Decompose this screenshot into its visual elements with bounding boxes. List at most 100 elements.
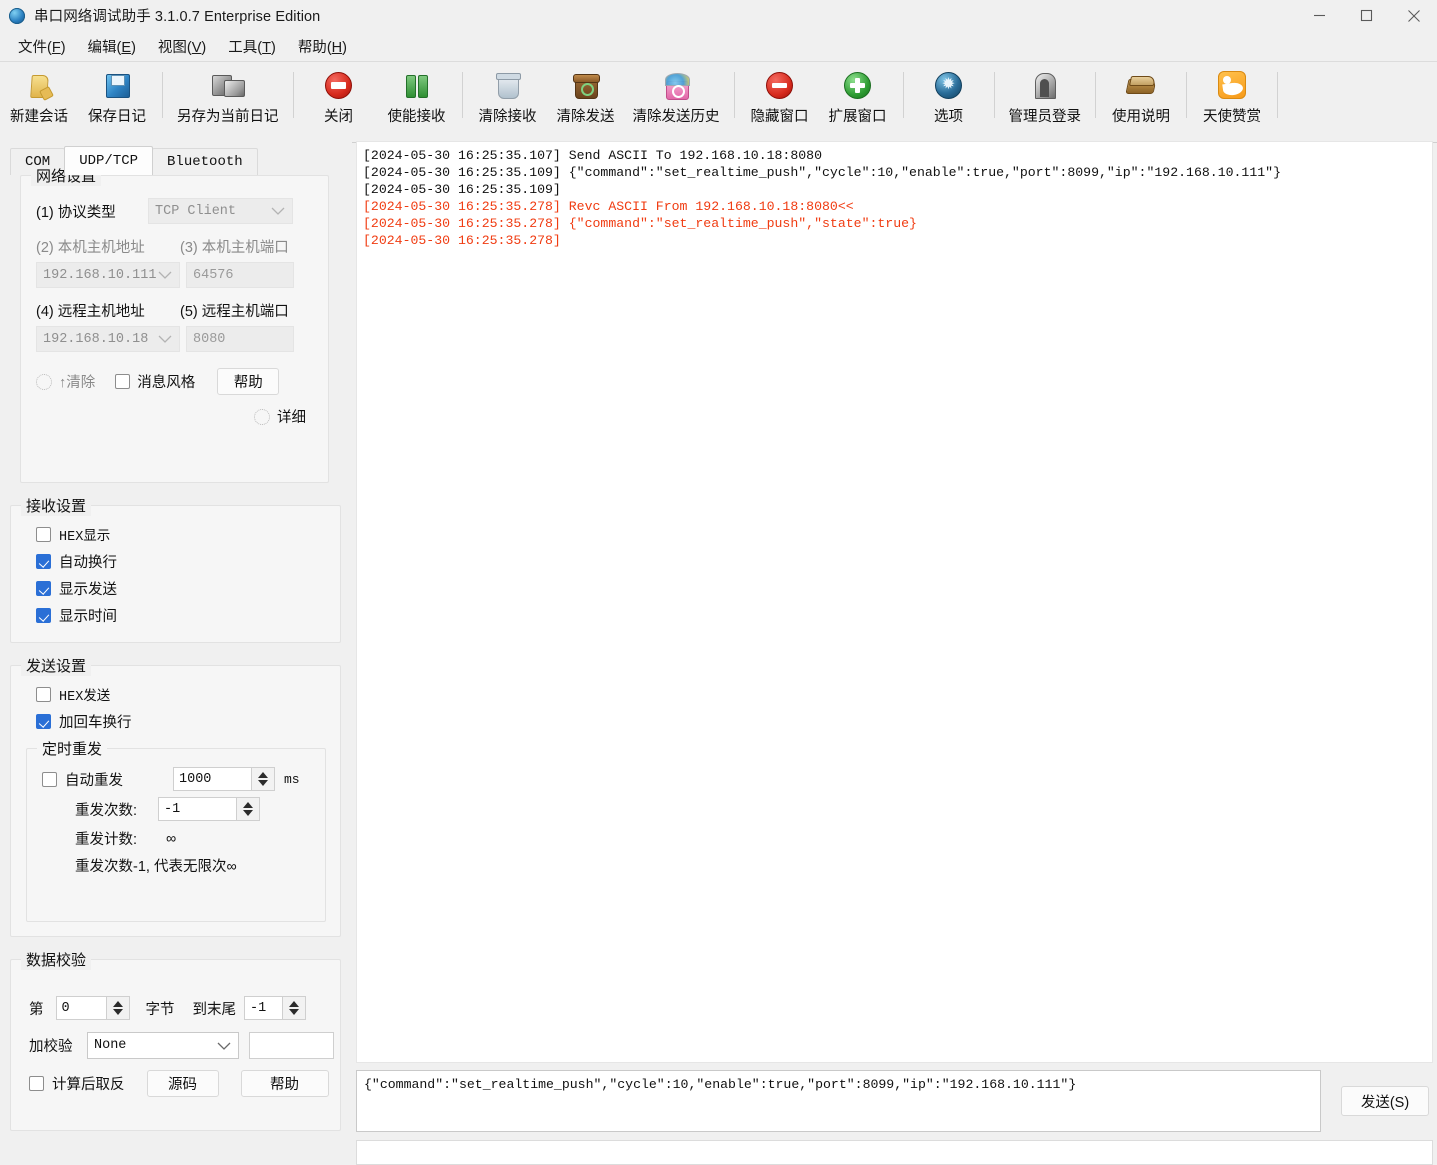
network-settings-group: 网络设置 (1) 协议类型 TCP Client (2) 本机主机地址 (3) … (20, 165, 329, 483)
toolbar-label-hide-window: 隐藏窗口 (750, 109, 809, 125)
menu-item-edit[interactable]: 编辑(E) (77, 34, 147, 59)
clear-radio[interactable] (36, 373, 52, 390)
menu-item-view[interactable]: 视图(V) (147, 34, 217, 59)
hex-display-label: HEX显示 (59, 530, 111, 545)
close-stop-icon (325, 68, 352, 102)
toolbar-button-manual[interactable]: 使用说明 (1102, 68, 1180, 132)
toolbar-separator (162, 72, 163, 118)
toolbar-button-expand-window[interactable]: 扩展窗口 (819, 68, 897, 132)
resend-interval-value: 1000 (173, 767, 251, 791)
toolbar-button-clear-send-history[interactable]: 清除发送历史 (625, 68, 728, 132)
toolbar-separator (1277, 72, 1278, 118)
hide-window-minus-icon (766, 68, 793, 102)
toolbar-separator (292, 72, 294, 118)
spinner-arrows-icon[interactable] (236, 797, 260, 821)
remote-port-input[interactable]: 8080 (186, 326, 294, 352)
title-bar: 串口网络调试助手 3.1.0.7 Enterprise Edition (0, 0, 1437, 31)
toolbar-separator (902, 72, 904, 118)
show-send-checkbox[interactable] (36, 581, 51, 596)
remote-address-value: 192.168.10.18 (43, 331, 149, 347)
toolbar-button-admin-login[interactable]: 管理员登录 (1001, 68, 1090, 132)
receive-settings-legend: 接收设置 (21, 495, 92, 516)
menu-label-tools: 工具 (228, 39, 258, 56)
toolbar-button-new-session[interactable]: 新建会话 (0, 68, 78, 132)
minimize-button[interactable] (1296, 0, 1343, 31)
toolbar-label-options: 选项 (934, 109, 963, 125)
toolbar-button-save-as-current-log[interactable]: 另存为当前日记 (169, 68, 287, 132)
hex-display-checkbox[interactable] (36, 527, 51, 542)
remote-port-label: (5) 远程主机端口 (180, 304, 289, 320)
resend-counter-label: 重发计数: (75, 832, 138, 848)
menu-item-help[interactable]: 帮助(H) (287, 34, 358, 59)
checksum-result-input[interactable] (249, 1032, 334, 1059)
toolbar-button-clear-send[interactable]: 清除发送 (547, 68, 625, 132)
clear-send-history-bin-icon (663, 68, 690, 102)
menu-item-file[interactable]: 文件(F) (7, 34, 77, 59)
resend-interval-spinner[interactable]: 1000 (173, 767, 275, 791)
data-check-help-label: 帮助 (270, 1077, 299, 1093)
resend-count-label: 重发次数: (75, 802, 138, 819)
expand-window-plus-icon (844, 68, 871, 102)
toolbar-label-manual: 使用说明 (1112, 109, 1170, 125)
toolbar-separator (1186, 72, 1187, 118)
send-input[interactable]: {"command":"set_realtime_push","cycle":1… (356, 1070, 1321, 1132)
checksum-combo[interactable]: None (87, 1032, 239, 1059)
menu-item-tools[interactable]: 工具(T) (217, 34, 287, 59)
local-address-combo[interactable]: 192.168.10.111 (36, 262, 180, 288)
save-as-floppy-icon (211, 68, 245, 102)
toolbar-button-clear-receive[interactable]: 清除接收 (469, 68, 547, 132)
spinner-arrows-icon[interactable] (105, 996, 130, 1020)
chevron-down-icon (158, 334, 172, 349)
source-code-label: 源码 (168, 1077, 197, 1093)
toolbar-button-hide-window[interactable]: 隐藏窗口 (741, 68, 819, 132)
byte-from-spinner[interactable]: 0 (55, 996, 130, 1020)
toolbar: 新建会话 保存日记 另存为当前日记 关闭 使能接收 清除接收 清除发送 清除发送… (0, 61, 1437, 143)
tab-bluetooth[interactable]: Bluetooth (152, 148, 258, 175)
send-settings-group: 发送设置 HEX发送 加回车换行 定时重发 自动重发 1000 ms 重发次数:… (10, 655, 341, 937)
send-button[interactable]: 发送(S) (1341, 1086, 1429, 1116)
protocol-type-combo[interactable]: TCP Client (148, 198, 293, 224)
toolbar-button-enable-receive[interactable]: 使能接收 (378, 68, 456, 132)
resend-note: 重发次数-1, 代表无限次∞ (75, 859, 237, 875)
timer-resend-legend: 定时重发 (37, 738, 108, 759)
maximize-button[interactable] (1343, 0, 1390, 31)
log-line: [2024-05-30 16:25:35.278] {"command":"se… (363, 216, 917, 231)
byte-from-label: 第 (29, 1001, 44, 1018)
local-port-input[interactable]: 64576 (186, 262, 294, 288)
receive-log-pane[interactable]: [2024-05-30 16:25:35.107] Send ASCII To … (356, 141, 1433, 1063)
spinner-arrows-icon[interactable] (251, 767, 275, 791)
toolbar-separator (461, 72, 463, 118)
network-help-button[interactable]: 帮助 (217, 368, 280, 395)
toolbar-label-save-log: 保存日记 (88, 109, 146, 125)
toolbar-button-options[interactable]: 选项 (910, 68, 988, 132)
toolbar-button-donate[interactable]: 天使赞赏 (1193, 68, 1271, 132)
menu-accel-view: V (191, 39, 202, 56)
resend-count-spinner[interactable]: -1 (158, 797, 260, 821)
show-time-checkbox[interactable] (36, 608, 51, 623)
toolbar-label-donate: 天使赞赏 (1203, 109, 1261, 125)
toolbar-button-save-log[interactable]: 保存日记 (78, 68, 156, 132)
tab-udp-tcp[interactable]: UDP/TCP (64, 146, 154, 175)
log-line: [2024-05-30 16:25:35.278] (363, 233, 561, 248)
send-history-strip[interactable] (356, 1140, 1433, 1165)
toolbar-button-close[interactable]: 关闭 (300, 68, 378, 132)
protocol-type-value: TCP Client (155, 203, 237, 219)
byte-to-spinner[interactable]: -1 (244, 996, 306, 1020)
append-crlf-checkbox[interactable] (36, 714, 51, 729)
timer-resend-group: 定时重发 自动重发 1000 ms 重发次数: -1 重发计数: ∞ 重发次数-… (26, 738, 326, 922)
close-button[interactable] (1390, 0, 1437, 31)
checksum-label: 加校验 (29, 1039, 73, 1055)
auto-resend-checkbox[interactable] (42, 771, 57, 787)
remote-address-combo[interactable]: 192.168.10.18 (36, 326, 180, 352)
data-check-help-button[interactable]: 帮助 (240, 1070, 329, 1097)
hex-send-checkbox[interactable] (36, 687, 51, 702)
auto-wrap-checkbox[interactable] (36, 554, 51, 569)
spinner-arrows-icon[interactable] (282, 996, 306, 1020)
toolbar-separator (1095, 72, 1096, 118)
message-style-checkbox[interactable] (115, 374, 131, 389)
invert-after-calc-checkbox[interactable] (29, 1076, 44, 1091)
detail-label: 详细 (277, 410, 306, 426)
source-code-button[interactable]: 源码 (146, 1070, 219, 1097)
detail-radio[interactable] (254, 408, 270, 425)
message-style-label: 消息风格 (137, 375, 196, 391)
